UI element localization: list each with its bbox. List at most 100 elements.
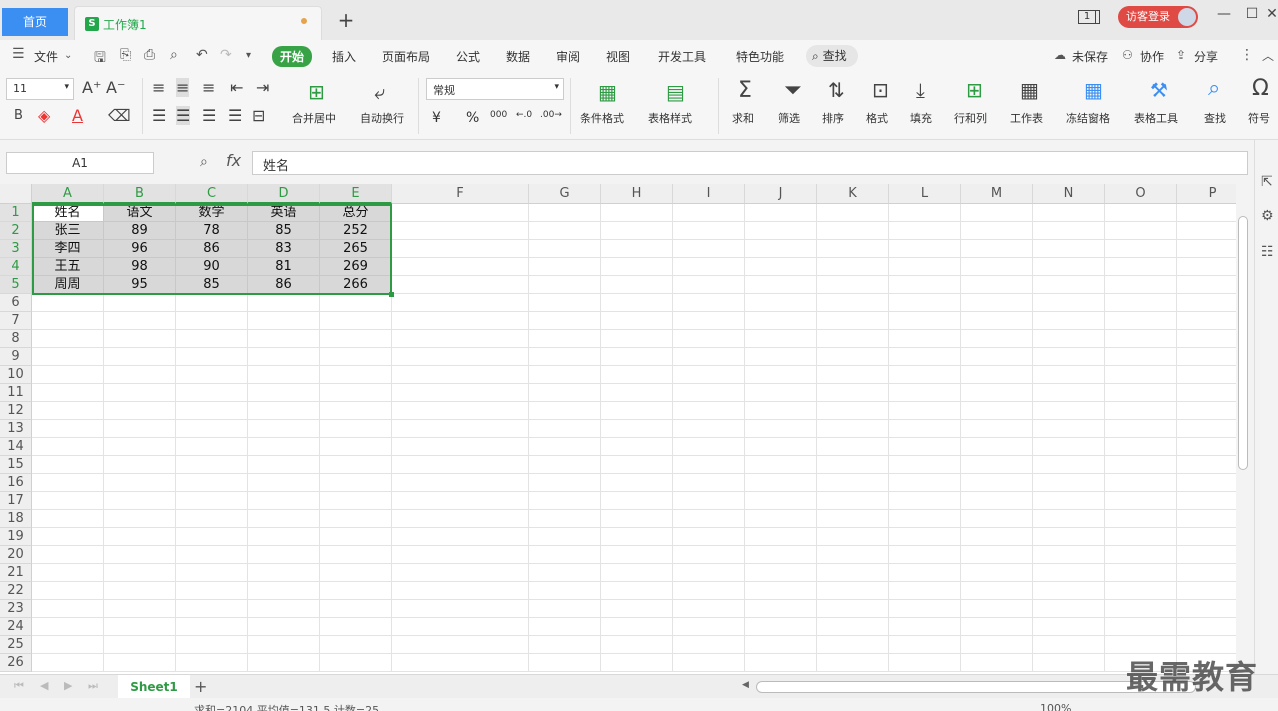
grid-cell[interactable] (817, 510, 889, 528)
grid-cell[interactable] (320, 384, 392, 402)
grid-cell[interactable] (320, 402, 392, 420)
grid-cell[interactable]: 英语 (248, 204, 320, 222)
grid-cell[interactable] (601, 456, 673, 474)
grid-cell[interactable] (32, 312, 104, 330)
grid-cell[interactable] (673, 294, 745, 312)
grid-cell[interactable] (673, 546, 745, 564)
grid-cell[interactable] (745, 420, 817, 438)
grid-cell[interactable] (889, 636, 961, 654)
grid-cell[interactable] (961, 366, 1033, 384)
grid-cell[interactable] (104, 618, 176, 636)
quick-access-dropdown-icon[interactable]: ▾ (246, 50, 251, 61)
column-header[interactable]: H (601, 184, 673, 204)
sum-icon[interactable]: Σ (738, 78, 752, 103)
grid-cell[interactable] (673, 330, 745, 348)
row-header[interactable]: 21 (0, 564, 32, 582)
fill-icon[interactable]: ⤓ (916, 78, 925, 102)
grid-cell[interactable] (961, 240, 1033, 258)
distributed-icon[interactable]: ⊟ (252, 106, 265, 125)
grid-cell[interactable] (176, 492, 248, 510)
grid-cell[interactable] (1105, 240, 1177, 258)
grid-cell[interactable] (104, 420, 176, 438)
grid-cell[interactable] (392, 474, 529, 492)
grid-cell[interactable] (1177, 420, 1236, 438)
grid-cell[interactable]: 83 (248, 240, 320, 258)
print-icon[interactable]: ⎙ (144, 47, 155, 63)
grid-cell[interactable] (745, 312, 817, 330)
grid-cell[interactable] (32, 402, 104, 420)
grid-cell[interactable] (32, 636, 104, 654)
grid-cell[interactable] (961, 456, 1033, 474)
vertical-scroll-thumb[interactable] (1238, 216, 1248, 470)
grid-cell[interactable] (248, 636, 320, 654)
name-box[interactable]: A1 (6, 152, 154, 174)
grid-cell[interactable] (176, 474, 248, 492)
grid-cell[interactable]: 86 (176, 240, 248, 258)
add-sheet-icon[interactable]: + (194, 677, 207, 696)
grid-cell[interactable] (1105, 582, 1177, 600)
grid-cell[interactable] (529, 654, 601, 672)
format-button[interactable]: 格式 (866, 110, 888, 126)
grid-cell[interactable] (104, 510, 176, 528)
grid-cell[interactable]: 98 (104, 258, 176, 276)
grid-cell[interactable] (320, 492, 392, 510)
grid-cell[interactable] (817, 402, 889, 420)
grid-cell[interactable] (1177, 366, 1236, 384)
tab-home[interactable]: 首页 (2, 8, 68, 36)
grid-cell[interactable] (1177, 276, 1236, 294)
row-header[interactable]: 17 (0, 492, 32, 510)
grid-cell[interactable] (745, 510, 817, 528)
grid-cell[interactable] (673, 636, 745, 654)
grid-cell[interactable] (392, 276, 529, 294)
grid-cell[interactable] (248, 492, 320, 510)
properties-icon[interactable]: ☷ (1261, 244, 1274, 260)
first-sheet-icon[interactable]: ⏮ (14, 679, 24, 693)
grid-cell[interactable] (529, 600, 601, 618)
grid-cell[interactable] (961, 438, 1033, 456)
grid-cell[interactable] (889, 528, 961, 546)
row-header[interactable]: 9 (0, 348, 32, 366)
grid-cell[interactable] (1105, 330, 1177, 348)
grid-cell[interactable] (961, 600, 1033, 618)
grid-cell[interactable] (889, 402, 961, 420)
grid-cell[interactable] (1177, 528, 1236, 546)
grid-cell[interactable]: 78 (176, 222, 248, 240)
grid-cell[interactable] (1033, 438, 1105, 456)
grid-cell[interactable] (745, 222, 817, 240)
grid-cell[interactable] (248, 600, 320, 618)
grid-cell[interactable] (889, 312, 961, 330)
decrease-indent-icon[interactable]: ⇤ (230, 78, 243, 97)
grid-cell[interactable] (601, 402, 673, 420)
grid-cell[interactable] (889, 222, 961, 240)
grid-cell[interactable] (889, 564, 961, 582)
grid-cell[interactable] (529, 456, 601, 474)
grid-cell[interactable] (320, 438, 392, 456)
row-header[interactable]: 11 (0, 384, 32, 402)
grid-cell[interactable] (673, 258, 745, 276)
grid-cell[interactable] (673, 492, 745, 510)
grid-cell[interactable] (392, 600, 529, 618)
row-header[interactable]: 14 (0, 438, 32, 456)
grid-cell[interactable] (1177, 330, 1236, 348)
grid-cell[interactable] (601, 474, 673, 492)
grid-cell[interactable] (248, 582, 320, 600)
grid-cell[interactable] (176, 384, 248, 402)
vertical-scrollbar[interactable] (1236, 184, 1250, 674)
bold-icon[interactable]: B (14, 108, 23, 123)
grid-cell[interactable]: 96 (104, 240, 176, 258)
grid-cell[interactable] (1033, 636, 1105, 654)
wrap-text-button[interactable]: 自动换行 (360, 110, 404, 126)
grid-cell[interactable] (817, 240, 889, 258)
grid-cell[interactable] (817, 294, 889, 312)
grid-cell[interactable] (104, 366, 176, 384)
grid-cell[interactable] (392, 384, 529, 402)
grid-cell[interactable] (104, 600, 176, 618)
sheet-grid[interactable]: A B C D E F G H I J K L M N O P 1 姓名 语文 数学 英语 总分 2 张三 89 78 85 252 3… (0, 184, 1236, 674)
grid-cell[interactable] (745, 294, 817, 312)
justify-icon[interactable]: ☰ (228, 106, 242, 125)
grid-cell[interactable] (392, 330, 529, 348)
grid-cell[interactable] (1177, 312, 1236, 330)
grid-cell[interactable] (320, 366, 392, 384)
grid-cell[interactable] (961, 528, 1033, 546)
grid-cell[interactable] (176, 564, 248, 582)
